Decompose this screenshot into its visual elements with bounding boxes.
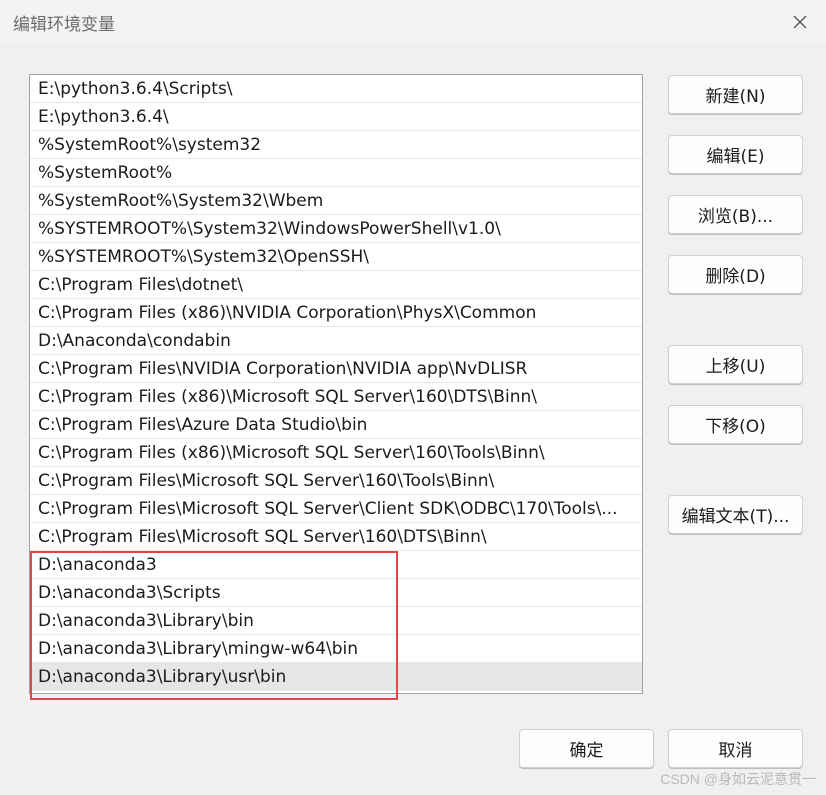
list-item[interactable]: %SystemRoot%\System32\Wbem bbox=[30, 187, 642, 215]
watermark: CSDN @身如云泥意贯一 bbox=[660, 771, 816, 787]
window-title: 编辑环境变量 bbox=[13, 15, 115, 35]
list-item[interactable]: C:\Program Files\Microsoft SQL Server\Cl… bbox=[30, 495, 642, 523]
list-item[interactable]: %SYSTEMROOT%\System32\WindowsPowerShell\… bbox=[30, 215, 642, 243]
list-item[interactable]: C:\Program Files\Microsoft SQL Server\16… bbox=[30, 467, 642, 495]
list-item[interactable]: C:\Program Files\Microsoft SQL Server\16… bbox=[30, 523, 642, 551]
list-item[interactable]: %SYSTEMROOT%\System32\OpenSSH\ bbox=[30, 243, 642, 271]
browse-button[interactable]: 浏览(B)... bbox=[668, 195, 803, 234]
list-item[interactable]: C:\Program Files\dotnet\ bbox=[30, 271, 642, 299]
ok-button[interactable]: 确定 bbox=[519, 729, 654, 768]
edit-button[interactable]: 编辑(E) bbox=[668, 135, 803, 174]
list-item[interactable]: E:\python3.6.4\ bbox=[30, 103, 642, 131]
list-item[interactable]: D:\anaconda3\Library\mingw-w64\bin bbox=[30, 635, 642, 663]
list-item[interactable]: D:\anaconda3\Library\usr\bin bbox=[30, 663, 642, 691]
list-item[interactable]: D:\anaconda3\Library\bin bbox=[30, 607, 642, 635]
list-item[interactable]: %SystemRoot% bbox=[30, 159, 642, 187]
list-item[interactable]: %SystemRoot%\system32 bbox=[30, 131, 642, 159]
path-list[interactable]: E:\python3.6.4\Scripts\ E:\python3.6.4\ %S… bbox=[29, 74, 643, 694]
list-item[interactable]: C:\Program Files (x86)\Microsoft SQL Ser… bbox=[30, 383, 642, 411]
close-button[interactable] bbox=[782, 4, 818, 40]
new-button[interactable]: 新建(N) bbox=[668, 75, 803, 114]
list-item[interactable]: C:\Program Files\Azure Data Studio\bin bbox=[30, 411, 642, 439]
list-item[interactable]: D:\anaconda3 bbox=[30, 551, 642, 579]
list-item[interactable]: C:\Program Files\NVIDIA Corporation\NVID… bbox=[30, 355, 642, 383]
cancel-button[interactable]: 取消 bbox=[668, 729, 803, 768]
edit-text-button[interactable]: 编辑文本(T)... bbox=[668, 495, 803, 534]
list-item[interactable]: D:\anaconda3\Scripts bbox=[30, 579, 642, 607]
move-down-button[interactable]: 下移(O) bbox=[668, 405, 803, 444]
move-up-button[interactable]: 上移(U) bbox=[668, 345, 803, 384]
list-item[interactable]: C:\Program Files (x86)\Microsoft SQL Ser… bbox=[30, 439, 642, 467]
list-item[interactable]: D:\Anaconda\condabin bbox=[30, 327, 642, 355]
list-item[interactable]: E:\python3.6.4\Scripts\ bbox=[30, 75, 642, 103]
list-item[interactable]: C:\Program Files (x86)\NVIDIA Corporatio… bbox=[30, 299, 642, 327]
delete-button[interactable]: 删除(D) bbox=[668, 255, 803, 294]
close-icon bbox=[793, 15, 807, 29]
title-bar: 编辑环境变量 bbox=[0, 0, 826, 44]
